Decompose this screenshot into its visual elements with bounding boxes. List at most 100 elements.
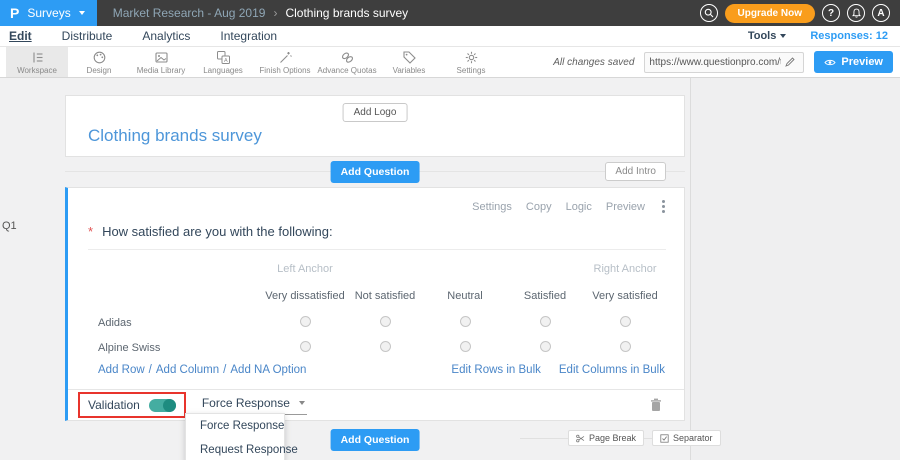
radio-button[interactable] xyxy=(459,341,471,352)
validation-selected-value: Force Response xyxy=(201,395,290,410)
column-header[interactable]: Very satisfied xyxy=(585,290,665,302)
toolbar-item-advance-quotas[interactable]: Advance Quotas xyxy=(316,47,378,77)
preview-button[interactable]: Preview xyxy=(814,51,893,73)
edit-columns-bulk-link[interactable]: Edit Columns in Bulk xyxy=(559,364,665,376)
search-icon[interactable] xyxy=(699,4,718,22)
chevron-down-icon xyxy=(298,400,305,405)
question-copy-link[interactable]: Copy xyxy=(526,201,552,213)
question-preview-link[interactable]: Preview xyxy=(606,201,645,213)
menu-item-request-response[interactable]: Request Response xyxy=(186,438,298,460)
radio-button[interactable] xyxy=(619,316,631,327)
radio-button[interactable] xyxy=(539,341,551,352)
surveys-product-menu[interactable]: P Surveys xyxy=(0,0,97,26)
avatar[interactable]: A xyxy=(872,4,890,22)
validation-toggle[interactable] xyxy=(148,398,176,412)
breadcrumb-separator: › xyxy=(273,6,278,20)
toolbar-item-workspace[interactable]: Workspace xyxy=(6,47,68,77)
toolbar-item-variables[interactable]: Variables xyxy=(378,47,440,77)
translate-icon: A xyxy=(216,50,231,65)
survey-title[interactable]: Clothing brands survey xyxy=(88,126,262,146)
save-status: All changes saved xyxy=(553,56,635,68)
toolbar-item-settings[interactable]: Settings xyxy=(440,47,502,77)
column-header[interactable]: Satisfied xyxy=(505,290,585,302)
link-separator: / xyxy=(148,364,152,376)
edit-url-pencil-icon[interactable] xyxy=(785,57,796,67)
column-header[interactable]: Very dissatisfied xyxy=(265,290,345,302)
radio-button[interactable] xyxy=(299,341,311,352)
survey-header-card: Add Logo Clothing brands survey xyxy=(65,95,685,157)
question-settings-link[interactable]: Settings xyxy=(472,201,512,213)
magic-wand-icon xyxy=(278,50,293,65)
toolbar-right: All changes saved Preview xyxy=(553,47,900,77)
toolbar-label: Finish Options xyxy=(259,65,311,75)
matrix-row: Alpine Swiss xyxy=(68,337,684,359)
column-header[interactable]: Not satisfied xyxy=(345,290,425,302)
survey-nav-bar: Edit Distribute Analytics Integration To… xyxy=(0,26,900,47)
row-label[interactable]: Adidas xyxy=(68,317,265,329)
question-card: Settings Copy Logic Preview * How satisf… xyxy=(65,187,685,421)
add-na-option-link[interactable]: Add NA Option xyxy=(230,364,306,376)
add-intro-button[interactable]: Add Intro xyxy=(605,162,666,181)
chevron-down-icon xyxy=(78,11,85,15)
question-text[interactable]: How satisfied are you with the following… xyxy=(102,224,333,239)
question-actions: Settings Copy Logic Preview xyxy=(472,200,668,213)
eye-icon xyxy=(824,58,837,67)
tools-label: Tools xyxy=(747,30,777,42)
question-number-label: Q1 xyxy=(2,220,17,232)
radio-button[interactable] xyxy=(619,341,631,352)
product-label: Surveys xyxy=(27,6,71,20)
tab-integration[interactable]: Integration xyxy=(220,29,277,43)
add-question-button-bottom[interactable]: Add Question xyxy=(330,429,420,451)
kebab-menu-icon[interactable] xyxy=(659,200,668,213)
tools-menu[interactable]: Tools xyxy=(748,30,787,42)
survey-url-box xyxy=(644,51,805,73)
upgrade-now-button[interactable]: Upgrade Now xyxy=(724,3,815,23)
toolbar-item-design[interactable]: Design xyxy=(68,47,130,77)
edit-rows-bulk-link[interactable]: Edit Rows in Bulk xyxy=(451,364,540,376)
toolbar-item-finish-options[interactable]: Finish Options xyxy=(254,47,316,77)
tab-analytics[interactable]: Analytics xyxy=(142,29,190,43)
nav-items: Edit Distribute Analytics Integration xyxy=(0,29,277,43)
menu-item-force-response[interactable]: Force Response xyxy=(186,414,284,438)
radio-button[interactable] xyxy=(379,316,391,327)
responses-count[interactable]: Responses: 12 xyxy=(810,30,888,42)
separator-button[interactable]: Separator xyxy=(652,430,721,446)
survey-url-input[interactable] xyxy=(645,56,786,68)
question-logic-link[interactable]: Logic xyxy=(566,201,592,213)
toggle-knob xyxy=(162,398,176,412)
toolbar-label: Advance Quotas xyxy=(317,65,377,75)
radio-button[interactable] xyxy=(459,316,471,327)
scissors-icon xyxy=(576,434,585,443)
link-separator: / xyxy=(223,364,227,376)
radio-button[interactable] xyxy=(379,341,391,352)
radio-button[interactable] xyxy=(539,316,551,327)
add-question-button[interactable]: Add Question xyxy=(330,161,420,183)
notifications-bell-icon[interactable] xyxy=(847,4,865,22)
tab-edit[interactable]: Edit xyxy=(9,29,32,43)
bulk-links: Edit Rows in Bulk Edit Columns in Bulk xyxy=(451,364,665,376)
row-label[interactable]: Alpine Swiss xyxy=(68,342,265,354)
add-logo-button[interactable]: Add Logo xyxy=(342,103,408,122)
page-break-label: Page Break xyxy=(589,433,637,443)
toolbar-label: Settings xyxy=(456,65,486,75)
survey-editor-canvas: Q1 Add Logo Clothing brands survey Add Q… xyxy=(0,78,900,460)
toolbar-item-media-library[interactable]: Media Library xyxy=(130,47,192,77)
separator-label: Separator xyxy=(673,433,713,443)
question-text-row[interactable]: * How satisfied are you with the followi… xyxy=(88,224,666,250)
toolbar-item-languages[interactable]: A Languages xyxy=(192,47,254,77)
tab-distribute[interactable]: Distribute xyxy=(62,29,113,43)
add-row-link[interactable]: Add Row xyxy=(98,364,145,376)
delete-question-trash-icon[interactable] xyxy=(650,398,662,412)
page-break-button[interactable]: Page Break xyxy=(568,430,645,446)
validation-row: Validation Force Response xyxy=(68,389,684,420)
matrix-row: Adidas xyxy=(68,312,684,334)
radio-button[interactable] xyxy=(299,316,311,327)
column-header[interactable]: Neutral xyxy=(425,290,505,302)
validation-type-select[interactable]: Force Response xyxy=(199,395,307,415)
toolbar-label: Design xyxy=(86,65,112,75)
breadcrumb-parent[interactable]: Market Research - Aug 2019 xyxy=(113,6,266,20)
add-column-link[interactable]: Add Column xyxy=(156,364,219,376)
panel-divider xyxy=(690,78,691,460)
help-button[interactable]: ? xyxy=(822,4,840,22)
insert-strip: Add Question Add Intro xyxy=(65,157,685,187)
